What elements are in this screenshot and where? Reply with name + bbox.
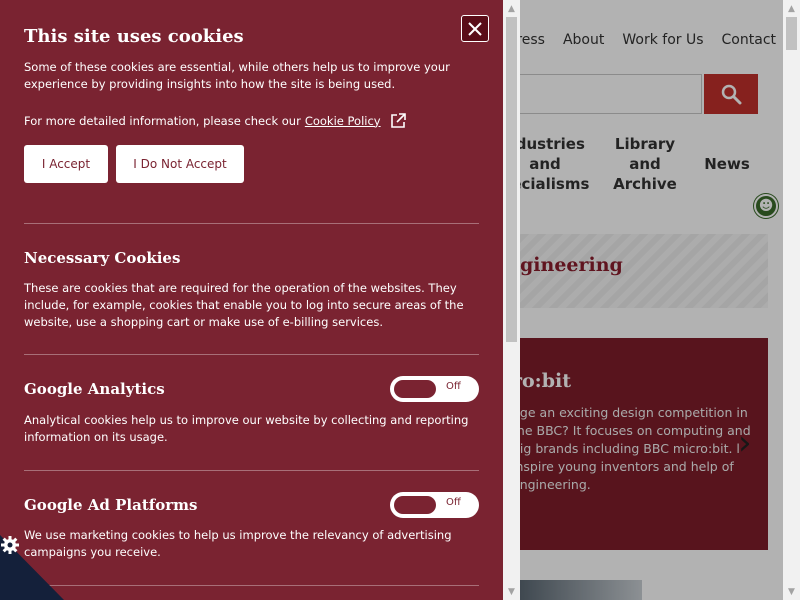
cookie-settings-button[interactable]	[0, 535, 64, 600]
necessary-cookies-title: Necessary Cookies	[24, 249, 181, 267]
google-ad-platforms-description: We use marketing cookies to help us impr…	[24, 528, 452, 559]
google-ad-platforms-toggle[interactable]: Off	[390, 492, 479, 518]
cookie-panel-scrollbar[interactable]: ▲ ▼	[503, 0, 520, 600]
necessary-cookies-description: These are cookies that are required for …	[24, 281, 464, 329]
close-icon	[468, 21, 482, 36]
toggle-knob	[394, 496, 436, 514]
google-analytics-description: Analytical cookies help us to improve ou…	[24, 413, 469, 444]
page-scrollbar-thumb[interactable]	[786, 17, 797, 50]
cookie-intro-text: Some of these cookies are essential, whi…	[24, 60, 450, 91]
scroll-up-icon[interactable]: ▲	[503, 0, 520, 17]
scroll-down-icon[interactable]: ▼	[503, 583, 520, 600]
toggle-knob	[394, 380, 436, 398]
accept-button[interactable]: I Accept	[24, 145, 108, 183]
close-button[interactable]	[461, 15, 489, 42]
google-analytics-toggle[interactable]: Off	[390, 376, 479, 402]
scroll-up-icon[interactable]: ▲	[783, 0, 800, 17]
divider	[24, 354, 479, 355]
cookie-panel-title: This site uses cookies	[24, 26, 244, 47]
scroll-down-icon[interactable]: ▼	[783, 583, 800, 600]
cookie-more-info: For more detailed information, please ch…	[24, 112, 484, 130]
google-ad-platforms-title: Google Ad Platforms	[24, 496, 198, 514]
gear-icon	[1, 536, 19, 554]
cookie-panel-scrollbar-thumb[interactable]	[506, 17, 517, 342]
reject-button[interactable]: I Do Not Accept	[116, 145, 244, 183]
divider	[24, 585, 479, 586]
divider	[24, 223, 479, 224]
toggle-state: Off	[446, 381, 461, 392]
page-scrollbar[interactable]: ▲ ▼	[783, 0, 800, 600]
cookie-policy-link[interactable]: Cookie Policy	[305, 113, 381, 130]
toggle-state: Off	[446, 497, 461, 508]
google-analytics-title: Google Analytics	[24, 380, 165, 398]
divider	[24, 470, 479, 471]
external-link-icon[interactable]	[389, 112, 407, 130]
cookie-panel: This site uses cookies Some of these coo…	[0, 0, 503, 600]
more-info-text: For more detailed information, please ch…	[24, 113, 301, 128]
